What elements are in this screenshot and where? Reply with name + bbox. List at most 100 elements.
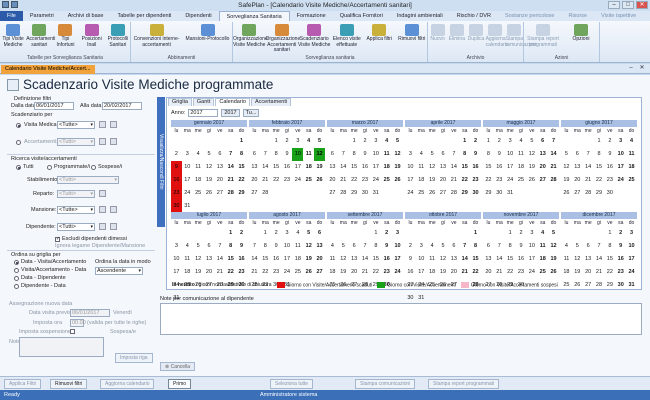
day-cell[interactable]: 2 <box>615 227 626 240</box>
day-cell[interactable]: 2 <box>470 135 481 148</box>
day-cell[interactable]: 6 <box>438 148 449 161</box>
day-cell[interactable]: 14 <box>360 253 371 266</box>
day-cell[interactable]: 20 <box>483 266 494 279</box>
day-cell[interactable]: 14 <box>225 161 236 174</box>
day-cell[interactable]: 17 <box>182 174 193 187</box>
day-cell[interactable]: 20 <box>537 161 548 174</box>
day-cell[interactable]: 20 <box>572 174 583 187</box>
day-cell[interactable]: 5 <box>548 227 559 240</box>
day-cell[interactable]: 15 <box>505 253 516 266</box>
day-cell[interactable]: 29 <box>594 187 605 200</box>
day-cell[interactable]: 8 <box>483 148 494 161</box>
day-cell[interactable]: 22 <box>349 174 360 187</box>
day-cell[interactable]: 8 <box>505 240 516 253</box>
day-cell[interactable]: 12 <box>548 240 559 253</box>
day-cell[interactable]: 10 <box>282 240 293 253</box>
day-cell[interactable]: 15 <box>459 161 470 174</box>
day-cell[interactable]: 23 <box>381 266 392 279</box>
prev-date-field[interactable]: 06/01/2017 <box>70 309 110 317</box>
menu-tab-4[interactable]: Sorveglianza Sanitaria <box>218 11 290 21</box>
ribbon-button-12[interactable]: Rimuovi filtri <box>396 24 429 43</box>
day-cell[interactable]: 12 <box>438 253 449 266</box>
day-cell[interactable]: 20 <box>214 174 225 187</box>
day-cell[interactable]: 6 <box>583 240 594 253</box>
day-cell[interactable]: 19 <box>548 253 559 266</box>
calendar-tab-0[interactable]: Griglia <box>168 98 192 106</box>
rimuovi-filtri-button[interactable]: Rimuovi filtri <box>50 379 88 389</box>
day-cell[interactable]: 20 <box>583 266 594 279</box>
day-cell[interactable]: 22 <box>236 174 247 187</box>
day-cell[interactable]: 18 <box>327 266 338 279</box>
day-cell[interactable]: 10 <box>505 148 516 161</box>
accert-select[interactable]: <Tutti> <box>57 138 95 146</box>
day-cell[interactable]: 11 <box>381 148 392 161</box>
day-cell[interactable]: 27 <box>327 187 338 200</box>
day-cell[interactable]: 16 <box>381 253 392 266</box>
day-cell[interactable]: 26 <box>204 187 215 200</box>
day-cell[interactable]: 11 <box>516 148 527 161</box>
day-cell[interactable]: 4 <box>381 135 392 148</box>
day-cell[interactable]: 26 <box>392 174 403 187</box>
day-cell[interactable]: 10 <box>416 253 427 266</box>
ribbon-button-9[interactable]: Scadenziario Visite Mediche <box>298 24 331 48</box>
day-cell[interactable]: 22 <box>505 266 516 279</box>
day-cell[interactable]: 3 <box>405 148 416 161</box>
calendar-tab-2[interactable]: Calendario <box>215 98 250 106</box>
menu-tab-5[interactable]: Formazione <box>290 11 333 21</box>
ribbon-button-0[interactable]: Tipi Visite Mediche <box>0 24 26 48</box>
day-cell[interactable]: 25 <box>416 187 427 200</box>
day-cell[interactable]: 29 <box>236 187 247 200</box>
menu-tab-0[interactable]: Parametri <box>23 11 61 21</box>
day-cell[interactable]: 5 <box>572 240 583 253</box>
day-cell[interactable]: 30 <box>615 279 626 292</box>
day-cell[interactable]: 11 <box>561 253 572 266</box>
day-cell[interactable]: 6 <box>483 240 494 253</box>
minimize-button[interactable]: – <box>608 1 620 9</box>
day-cell[interactable]: 4 <box>303 135 314 148</box>
save-icon[interactable] <box>2 1 9 8</box>
day-cell[interactable]: 28 <box>594 279 605 292</box>
day-cell[interactable]: 12 <box>204 161 215 174</box>
day-cell[interactable]: 24 <box>392 266 403 279</box>
day-cell[interactable]: 10 <box>405 161 416 174</box>
day-cell[interactable]: 23 <box>360 174 371 187</box>
day-cell[interactable]: 23 <box>615 266 626 279</box>
day-cell[interactable]: 4 <box>292 227 303 240</box>
day-cell[interactable]: 31 <box>370 187 381 200</box>
day-cell[interactable]: 13 <box>249 161 260 174</box>
day-cell[interactable]: 17 <box>626 253 637 266</box>
day-cell[interactable]: 19 <box>572 266 583 279</box>
day-cell[interactable]: 17 <box>292 161 303 174</box>
day-cell[interactable]: 4 <box>327 240 338 253</box>
day-cell[interactable]: 6 <box>349 240 360 253</box>
day-cell[interactable]: 4 <box>182 240 193 253</box>
from-date-field[interactable]: 06/01/2017 <box>34 102 74 110</box>
day-cell[interactable]: 6 <box>327 148 338 161</box>
day-cell[interactable]: 10 <box>370 148 381 161</box>
menu-tab-7[interactable]: Indagini ambientali <box>390 11 450 21</box>
day-cell[interactable]: 20 <box>448 266 459 279</box>
day-cell[interactable]: 5 <box>438 240 449 253</box>
day-cell[interactable]: 15 <box>594 161 605 174</box>
sosp-checkbox[interactable] <box>70 329 75 334</box>
day-cell[interactable]: 15 <box>271 161 282 174</box>
day-cell[interactable]: 27 <box>537 174 548 187</box>
day-cell[interactable]: 19 <box>392 161 403 174</box>
day-cell[interactable]: 18 <box>626 161 637 174</box>
day-cell[interactable]: 19 <box>338 266 349 279</box>
document-tab[interactable]: Calendario Visite Mediche/Accert... <box>1 65 95 74</box>
ora-field[interactable]: 00.00 <box>70 319 86 327</box>
excl-checkbox[interactable] <box>55 236 60 242</box>
day-cell[interactable]: 12 <box>572 253 583 266</box>
day-cell[interactable]: 14 <box>548 148 559 161</box>
day-cell[interactable]: 1 <box>604 227 615 240</box>
day-cell[interactable]: 18 <box>516 161 527 174</box>
day-cell[interactable]: 18 <box>303 161 314 174</box>
day-cell[interactable]: 22 <box>370 266 381 279</box>
day-cell[interactable]: 29 <box>483 187 494 200</box>
day-cell[interactable]: 26 <box>572 279 583 292</box>
mans-clear-button[interactable] <box>110 206 117 213</box>
day-cell[interactable]: 18 <box>537 253 548 266</box>
day-cell[interactable]: 7 <box>338 148 349 161</box>
day-cell[interactable]: 27 <box>314 266 325 279</box>
